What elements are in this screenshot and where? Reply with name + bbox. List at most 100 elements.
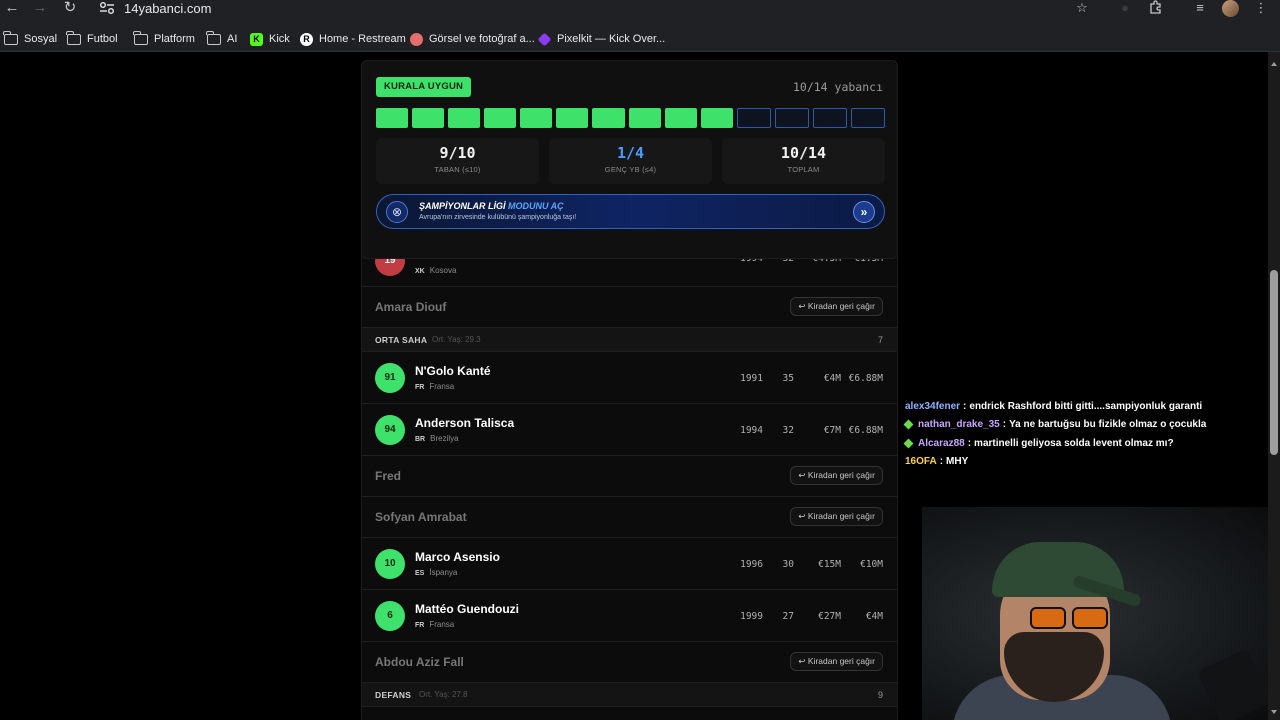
player-name: Sofyan Amrabat [375, 510, 467, 524]
bookmark-restream[interactable]: R Home - Restream [300, 31, 406, 47]
salary-value: €4M [865, 611, 883, 622]
country-code: ES [415, 570, 425, 577]
age: 27 [782, 611, 794, 622]
loaned-row: Fred ↩ Kiradan geri çağır [362, 456, 897, 497]
folder-icon [66, 30, 81, 45]
salary-value: €6.88M [848, 373, 883, 384]
menu-icon[interactable]: ⋮ [1252, 0, 1270, 18]
browser-toolbar: ← → ↻ 14yabanci.com ☆ ● ≡ ⋮ [0, 0, 1280, 26]
player-name: Abdou Aziz Fall [375, 655, 464, 669]
star-icon[interactable]: ☆ [1073, 0, 1091, 18]
scroll-up-icon[interactable] [1271, 62, 1277, 66]
table-row[interactable]: 91 N'Golo Kanté FR Fransa 1991 35 €4M €6.… [362, 352, 897, 404]
country-code: XK [415, 268, 425, 275]
recall-loan-button[interactable]: ↩ Kiradan geri çağır [790, 652, 883, 671]
stat-value: 9/10 [439, 144, 476, 162]
squad-summary-card: KURALA UYGUN 10/14 yabancı 9/10 TABAN (≤… [361, 60, 898, 259]
folder-icon [133, 30, 148, 45]
photo-app-icon [410, 32, 423, 46]
section-header-defense: DEFANS Ort. Yaş: 27.8 9 [362, 683, 897, 707]
bookmark-ai[interactable]: AI [206, 30, 238, 47]
chat-username: Alcaraz88 [918, 437, 965, 449]
folder-icon [3, 30, 18, 45]
stat-label: TOPLAM [787, 165, 820, 174]
player-country: FR Fransa [415, 382, 454, 391]
bookmark-label: Sosyal [24, 33, 58, 45]
player-country: ES İspanya [415, 568, 457, 577]
extension-dot-icon[interactable]: ● [1116, 0, 1134, 18]
country-name: Fransa [429, 382, 455, 391]
salary-value: €6.88M [848, 425, 883, 436]
recall-loan-button[interactable]: ↩ Kiradan geri çağır [790, 297, 883, 316]
recall-loan-button[interactable]: ↩ Kiradan geri çağır [790, 466, 883, 485]
rule-status-badge: KURALA UYGUN [376, 77, 472, 97]
bookmark-platform[interactable]: Platform [133, 30, 195, 47]
chat-separator: : [967, 437, 972, 449]
birth-year: 1994 [740, 425, 763, 436]
bookmark-label: Home - Restream [319, 33, 406, 45]
loaned-row: Abdou Aziz Fall ↩ Kiradan geri çağır [362, 642, 897, 683]
country-name: İspanya [429, 568, 458, 577]
address-bar[interactable]: 14yabanci.com [124, 1, 211, 16]
double-chevron-right-icon[interactable]: » [853, 201, 875, 223]
slot-filled [664, 108, 697, 128]
loaned-row: Sofyan Amrabat ↩ Kiradan geri çağır [362, 497, 897, 538]
chat-message: Alcaraz88: martinelli geliyosa solda lev… [903, 434, 1265, 453]
slot-filled [592, 108, 625, 128]
pixelkit-icon [537, 32, 552, 46]
market-value: €7M [823, 425, 841, 436]
slot-empty [736, 108, 771, 128]
section-title: ORTA SAHA [375, 335, 428, 345]
back-icon[interactable]: ← [2, 0, 22, 18]
player-name: Marco Asensio [415, 550, 500, 564]
forward-icon[interactable]: → [30, 0, 50, 18]
football-icon: ⊗ [386, 201, 408, 223]
folder-icon [206, 30, 221, 45]
foreign-count: 10/14 yabancı [792, 80, 883, 94]
section-average-age: Ort. Yaş: 27.8 [419, 690, 468, 699]
bookmark-label: Pixelkit — Kick Over... [557, 33, 666, 45]
bookmark-kick[interactable]: K Kick [250, 31, 290, 47]
slot-filled [520, 108, 553, 128]
country-code: FR [415, 384, 425, 391]
table-row[interactable]: 6 Mattéo Guendouzi FR Fransa 1999 27 €27M… [362, 590, 897, 642]
slot-empty [851, 108, 886, 128]
bookmark-futbol[interactable]: Futbol [66, 30, 118, 47]
stat-box-base: 9/10 TABAN (≤10) [376, 138, 539, 184]
slot-filled [484, 108, 517, 128]
slot-filled [376, 108, 409, 128]
slot-filled [556, 108, 589, 128]
restream-icon: R [300, 32, 313, 46]
player-name: Amara Diouf [375, 300, 447, 314]
stream-chat: alex34fener: endrick Rashford bitti gitt… [903, 397, 1265, 472]
market-value: €27M [818, 611, 841, 622]
bookmark-label: AI [227, 33, 238, 45]
site-settings-icon[interactable] [98, 1, 116, 15]
bookmark-photo-app[interactable]: Görsel ve fotoğraf a... [410, 31, 535, 47]
kick-icon: K [250, 32, 263, 46]
champions-league-mode-button[interactable]: ⊗ ŞAMPİYONLAR LİGİ MODUNU AÇ Avrupa'nın … [376, 194, 885, 229]
table-row[interactable]: 94 Anderson Talisca BR Brezilya 1994 32 €… [362, 404, 897, 456]
table-row[interactable]: 10 Marco Asensio ES İspanya 1996 30 €15M … [362, 538, 897, 590]
player-name: Mattéo Guendouzi [415, 602, 519, 616]
age: 35 [782, 373, 794, 384]
sub-badge-icon [903, 419, 914, 430]
country-name: Fransa [429, 620, 455, 629]
reload-icon[interactable]: ↻ [60, 0, 80, 18]
scroll-thumb[interactable] [1270, 270, 1278, 455]
recall-loan-button[interactable]: ↩ Kiradan geri çağır [790, 507, 883, 526]
bookmark-pixelkit[interactable]: Pixelkit — Kick Over... [537, 31, 666, 47]
scroll-down-icon[interactable] [1271, 710, 1277, 714]
bookmark-sosyal[interactable]: Sosyal [3, 30, 58, 47]
stat-label: GENÇ YB (≤4) [604, 165, 657, 174]
media-controls-icon[interactable]: ≡ [1191, 0, 1209, 18]
webcam-glasses-left [1030, 607, 1066, 629]
chat-text: martinelli geliyosa solda levent olmaz m… [974, 437, 1174, 449]
rating-badge: 91 [375, 363, 405, 393]
sub-badge-icon [903, 438, 914, 449]
profile-avatar[interactable] [1222, 0, 1239, 17]
chat-separator: : [963, 400, 967, 412]
extensions-icon[interactable] [1147, 0, 1165, 18]
chat-message: 16OFA: MHY [905, 453, 1265, 472]
player-name: Fred [375, 469, 402, 483]
